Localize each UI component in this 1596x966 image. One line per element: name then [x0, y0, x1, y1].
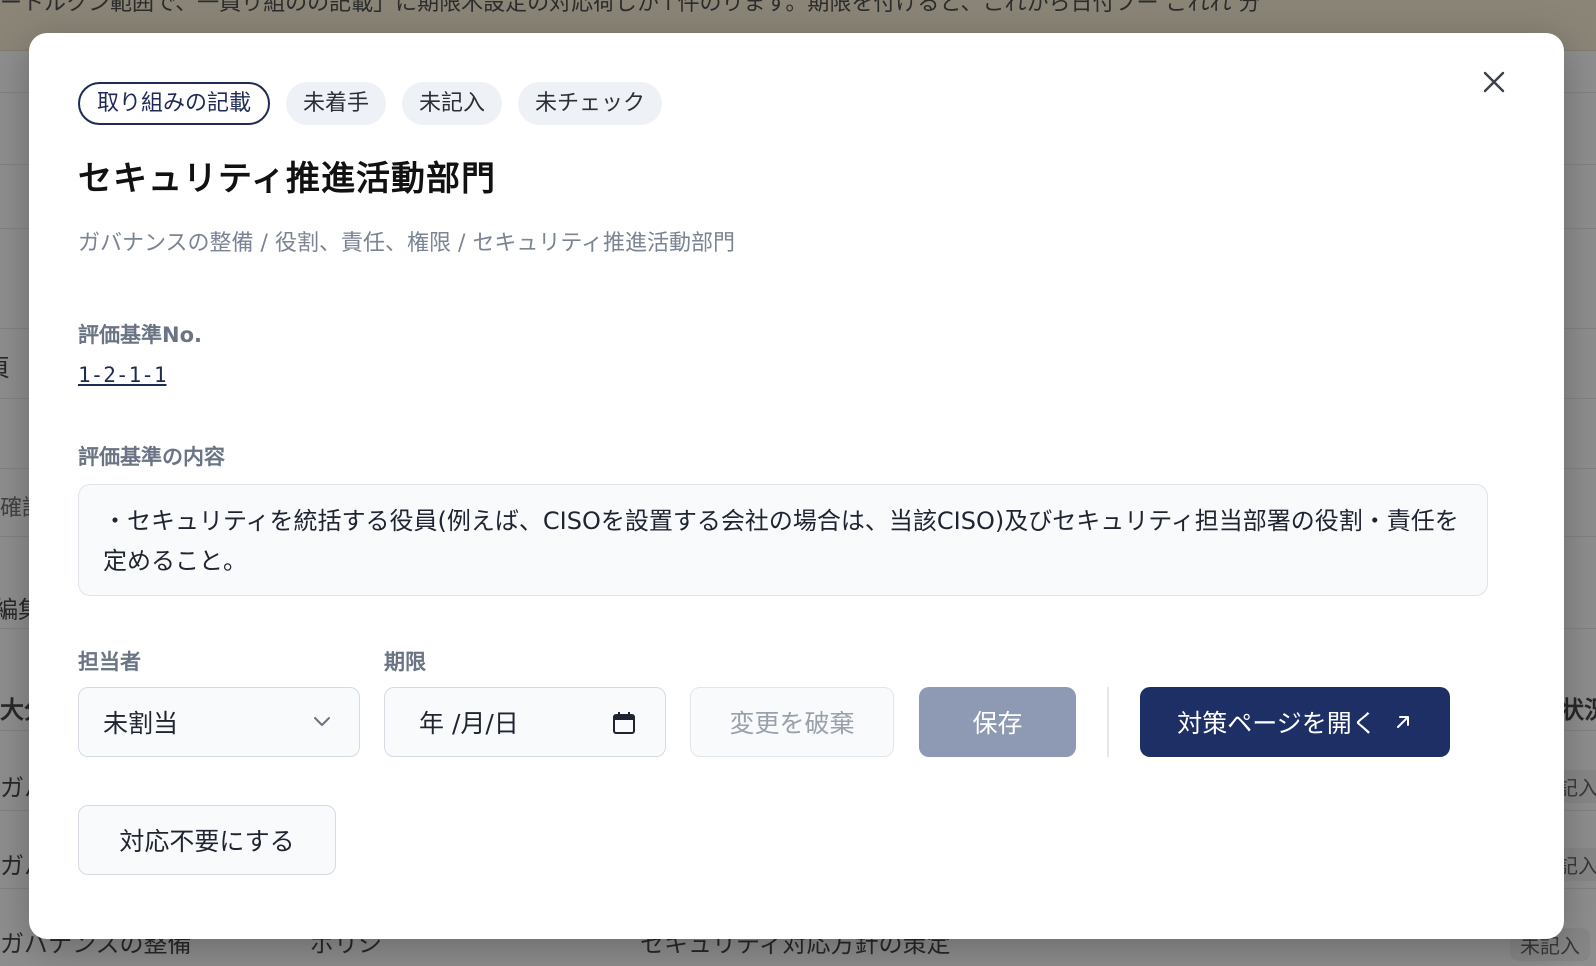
assignee-label: 担当者 [78, 650, 141, 674]
progress-tag: 未着手 [286, 82, 387, 125]
deadline-value: 年 /月/日 [419, 709, 519, 738]
criteria-content: ・セキュリティを統括する役員(例えば、CISOを設置する会社の場合は、当該CIS… [78, 484, 1488, 596]
breadcrumb: ガバナンスの整備 / 役割、責任、権限 / セキュリティ推進活動部門 [78, 231, 736, 256]
entry-tag: 未記入 [402, 82, 503, 125]
divider [1107, 687, 1109, 757]
deadline-label: 期限 [384, 650, 426, 674]
save-button[interactable]: 保存 [919, 687, 1076, 757]
discard-button[interactable]: 変更を破棄 [690, 687, 894, 757]
open-countermeasure-button[interactable]: 対策ページを開く [1140, 687, 1450, 757]
std-no-link[interactable]: 1-2-1-1 [78, 363, 167, 387]
mark-not-needed-button[interactable]: 対応不要にする [78, 805, 336, 875]
content-label: 評価基準の内容 [78, 445, 225, 469]
close-button[interactable] [1475, 63, 1513, 101]
assignee-select[interactable]: 未割当 [78, 687, 360, 757]
check-tag: 未チェック [518, 82, 663, 125]
assignee-value: 未割当 [103, 709, 179, 738]
status-tags: 取り組みの記載 未着手 未記入 未チェック [78, 82, 663, 125]
external-link-icon [1396, 716, 1409, 728]
std-no-label: 評価基準No. [78, 323, 202, 347]
close-icon [1483, 71, 1505, 93]
deadline-date-input[interactable]: 年 /月/日 [384, 687, 666, 757]
criteria-modal: 取り組みの記載 未着手 未記入 未チェック セキュリティ推進活動部門 ガバナンス… [29, 33, 1564, 939]
category-tag: 取り組みの記載 [78, 82, 271, 125]
calendar-icon[interactable] [611, 710, 637, 736]
chevron-down-icon [314, 717, 330, 726]
modal-title: セキュリティ推進活動部門 [78, 159, 496, 199]
open-countermeasure-label: 対策ページを開く [1177, 709, 1377, 738]
